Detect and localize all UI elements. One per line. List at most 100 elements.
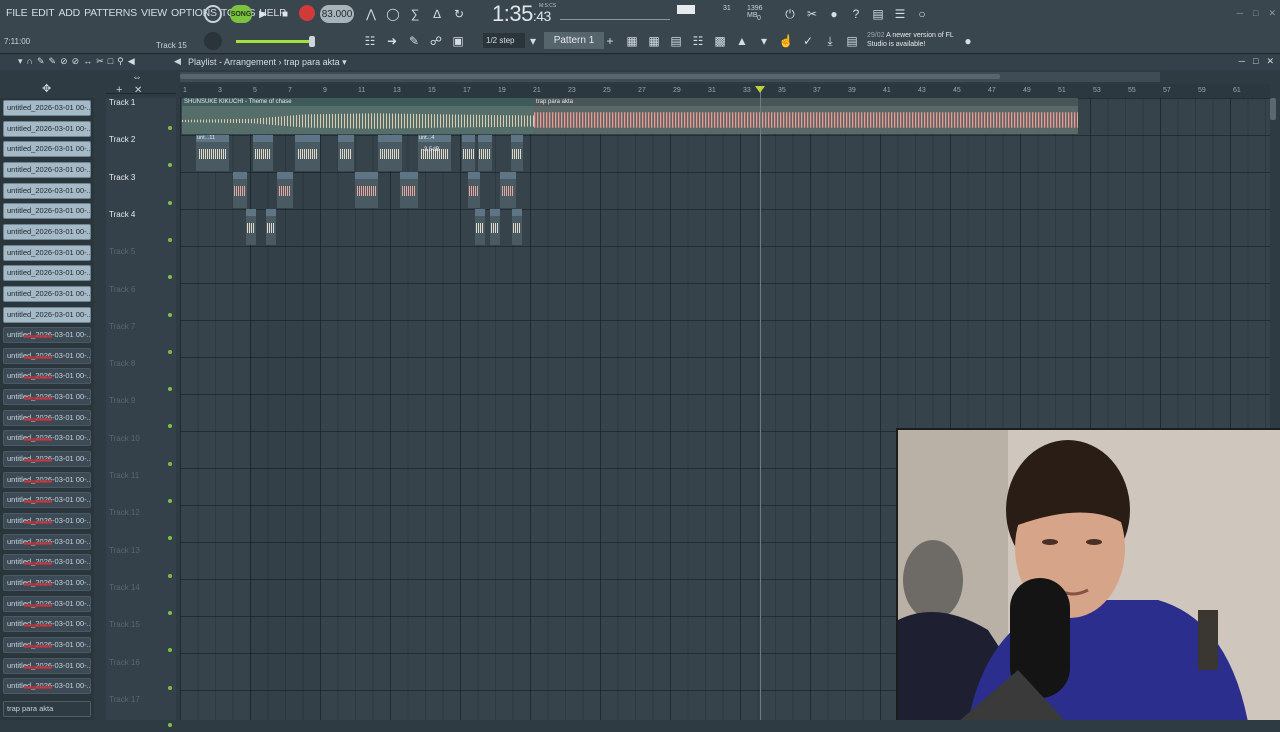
- link-icon[interactable]: ☍: [427, 32, 445, 50]
- browser-item[interactable]: untitled_2026-03-01 00-...: [3, 327, 91, 344]
- track-active-led[interactable]: [168, 200, 172, 205]
- track-header[interactable]: Track 7: [108, 322, 176, 359]
- track-header[interactable]: Track 11: [108, 471, 176, 508]
- audio-clip-short[interactable]: [378, 135, 402, 171]
- track-header[interactable]: Track 16: [108, 658, 176, 695]
- audio-clip-theme-of-chase[interactable]: SHUNSUKE KIKUCHI - Theme of chase: [182, 98, 534, 134]
- touch-icon[interactable]: ☝: [777, 32, 795, 50]
- audio-clip-short[interactable]: [462, 135, 475, 171]
- track-active-led[interactable]: [168, 536, 172, 541]
- audio-clip-short[interactable]: [475, 209, 485, 245]
- audio-clip-short[interactable]: [500, 172, 516, 208]
- stamp-icon[interactable]: ▣: [449, 32, 467, 50]
- track-header[interactable]: Track 14: [108, 583, 176, 620]
- playlist-close-icon[interactable]: ✕: [1266, 56, 1274, 67]
- browser-item[interactable]: untitled_2026-03-01 00-...: [3, 285, 91, 302]
- menu-patterns[interactable]: PATTERNS: [84, 7, 137, 19]
- audio-clip-short[interactable]: unt...4 -3.5dB: [418, 135, 451, 171]
- stop-button[interactable]: ■: [277, 5, 293, 23]
- menu-edit[interactable]: EDIT: [31, 7, 54, 19]
- browser-item[interactable]: untitled_2026-03-01 00-...: [3, 347, 91, 364]
- audio-clip-short[interactable]: [246, 209, 256, 245]
- arrangement-arrow-icon[interactable]: ◀: [174, 56, 181, 67]
- snap-arrow-icon[interactable]: ▾: [527, 32, 539, 50]
- audio-clip-short[interactable]: unt...11: [196, 135, 229, 171]
- store-icon[interactable]: ▤: [843, 32, 861, 50]
- scissors-icon[interactable]: ✂: [803, 5, 821, 23]
- track-header[interactable]: Track 17: [108, 695, 176, 732]
- browser-item[interactable]: untitled_2026-03-01 00-...: [3, 492, 91, 509]
- delete-icon[interactable]: ⊘: [60, 56, 68, 67]
- timeline-ruler[interactable]: 1 3 5 7 9 11 13 15 17 19 21 23 25 27 29 31 33 35 37 39 41 43 4…: [180, 84, 1270, 98]
- plugin-picker-icon[interactable]: ▾: [755, 32, 773, 50]
- audio-clip-short[interactable]: [355, 172, 378, 208]
- audio-clip-trap-para-akta[interactable]: trap para akta: [534, 98, 1078, 134]
- menu-view[interactable]: VIEW: [141, 7, 167, 19]
- track-header[interactable]: Track 1: [108, 98, 176, 135]
- browser-item[interactable]: untitled_2026-03-01 00-...: [3, 244, 91, 261]
- wait-input-icon[interactable]: ◯: [384, 5, 402, 23]
- audio-clip-short[interactable]: [253, 135, 273, 171]
- audio-clip-short[interactable]: [233, 172, 247, 208]
- plugin-icon[interactable]: ▲: [733, 32, 751, 50]
- browser-item[interactable]: untitled_2026-03-01 00-...: [3, 120, 91, 137]
- draw-icon[interactable]: ✎: [405, 32, 423, 50]
- browser-item[interactable]: untitled_2026-03-01 00-...: [3, 306, 91, 323]
- browser-item[interactable]: untitled_2026-03-01 00-...: [3, 430, 91, 447]
- playhead-marker[interactable]: [755, 86, 765, 93]
- mixer-icon[interactable]: ☰: [891, 5, 909, 23]
- step-edit-icon[interactable]: ∆: [428, 5, 446, 23]
- browser-item[interactable]: untitled_2026-03-01 00-...: [3, 513, 91, 529]
- browser-item[interactable]: untitled_2026-03-01 00-...: [3, 368, 91, 385]
- browser-item[interactable]: untitled_2026-03-01 00-...: [3, 451, 91, 468]
- mixer-view-icon[interactable]: ☷: [689, 32, 707, 50]
- slip-icon[interactable]: ↔: [83, 56, 92, 67]
- piano-roll-icon[interactable]: ▤: [667, 32, 685, 50]
- playlist-icon[interactable]: ▦: [623, 32, 641, 50]
- audio-clip-short[interactable]: [511, 135, 523, 171]
- track-active-led[interactable]: [168, 387, 172, 392]
- add-track-icon[interactable]: +: [116, 84, 122, 96]
- menu-arrow-icon[interactable]: ▾: [18, 56, 23, 67]
- browser-item[interactable]: untitled_2026-03-01 00-...: [3, 554, 91, 571]
- track-header[interactable]: Track 8: [108, 359, 176, 396]
- pencil-icon[interactable]: ✎: [37, 56, 45, 67]
- browser-move-icon[interactable]: ✥: [42, 82, 51, 95]
- browser-item[interactable]: untitled_2026-03-01 00-...: [3, 100, 91, 116]
- browser-icon[interactable]: ▩: [711, 32, 729, 50]
- browser-item-selected[interactable]: trap para akta: [3, 701, 91, 717]
- browser-item[interactable]: untitled_2026-03-01 00-...: [3, 574, 91, 591]
- menu-add[interactable]: ADD: [59, 7, 81, 19]
- track-header[interactable]: Track 10: [108, 434, 176, 471]
- track-active-led[interactable]: [168, 237, 172, 242]
- pat-song-toggle-icon[interactable]: [204, 5, 222, 23]
- browser-item[interactable]: untitled_2026-03-01 00-...: [3, 678, 91, 695]
- audio-clip-short[interactable]: [490, 209, 500, 245]
- browser-item[interactable]: untitled_2026-03-01 00-...: [3, 616, 91, 633]
- pattern-selector[interactable]: Pattern 1: [544, 32, 604, 49]
- browser-item[interactable]: untitled_2026-03-01 00-...: [3, 161, 91, 178]
- browser-item[interactable]: untitled_2026-03-01 00-...: [3, 182, 91, 199]
- master-volume-slider[interactable]: [236, 36, 315, 47]
- zoom-icon[interactable]: ⚲: [117, 56, 124, 67]
- tempo-display[interactable]: 83.000: [320, 5, 354, 23]
- track-active-led[interactable]: [168, 461, 172, 466]
- playback-icon[interactable]: ◀: [128, 56, 135, 67]
- track-active-led[interactable]: [168, 685, 172, 690]
- arrangement-name[interactable]: trap para akta: [284, 57, 340, 67]
- audio-clip-short[interactable]: [478, 135, 492, 171]
- song-mode-button[interactable]: SONG: [230, 5, 252, 23]
- playlist-maximize-icon[interactable]: □: [1253, 56, 1258, 67]
- track-active-led[interactable]: [168, 126, 172, 130]
- menu-file[interactable]: FILE: [6, 7, 28, 19]
- track-active-led[interactable]: [168, 499, 172, 503]
- track-active-led[interactable]: [168, 648, 172, 653]
- audio-clip-short[interactable]: [295, 135, 320, 171]
- pattern-add-icon[interactable]: +: [604, 32, 616, 50]
- brush-icon[interactable]: ✎: [49, 56, 57, 67]
- master-pitch-knob[interactable]: [204, 32, 222, 50]
- play-button[interactable]: ▶: [255, 5, 271, 23]
- playlist-minimize-icon[interactable]: ─: [1239, 56, 1245, 67]
- microphone-icon[interactable]: ●: [825, 5, 843, 23]
- browser-item[interactable]: untitled_2026-03-01 00-...: [3, 223, 91, 240]
